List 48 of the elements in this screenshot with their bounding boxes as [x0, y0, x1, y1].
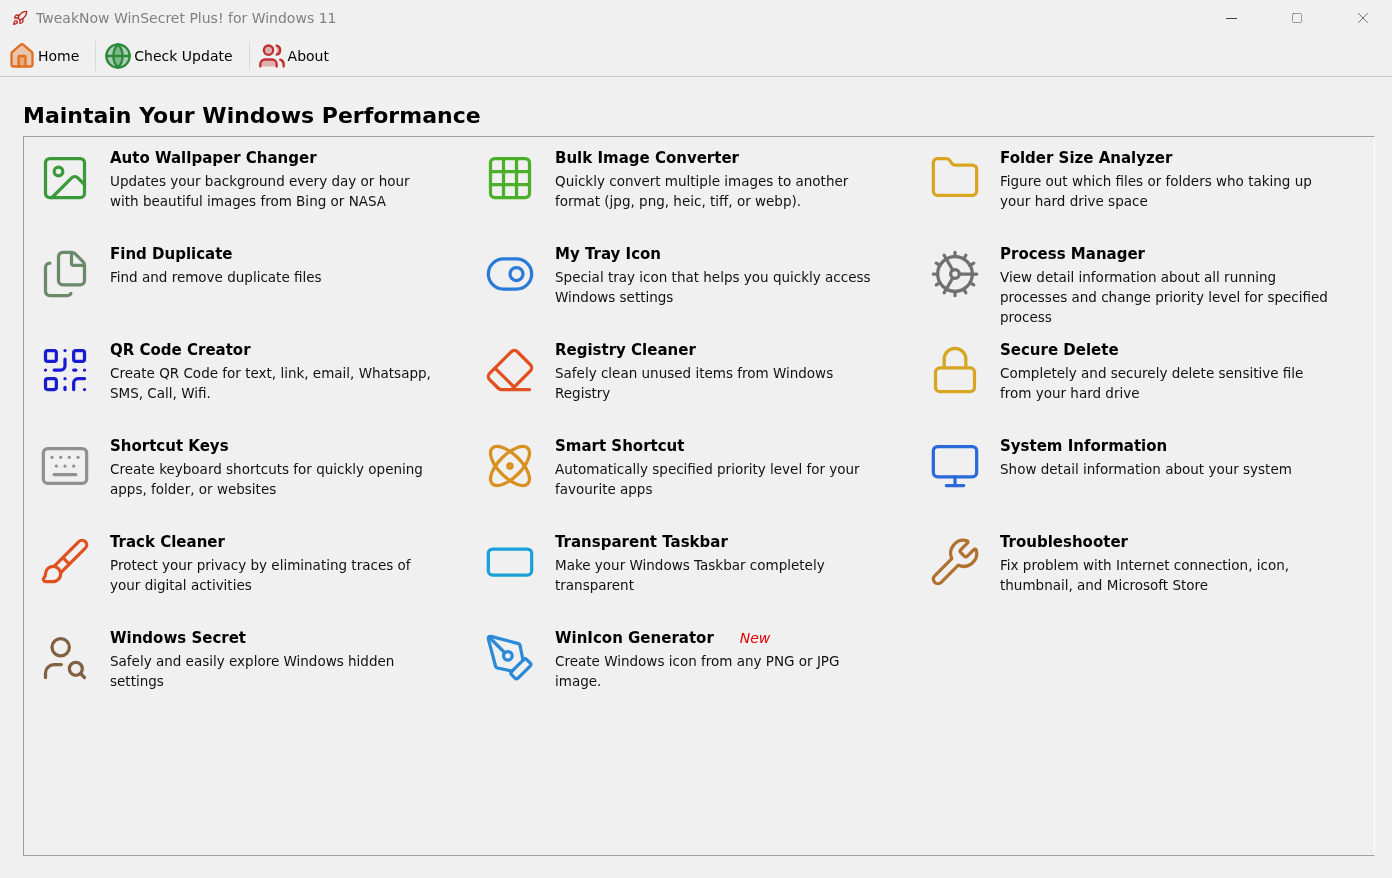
- tool-title[interactable]: Folder Size Analyzer: [1000, 149, 1173, 167]
- tool-title[interactable]: Windows Secret: [110, 629, 247, 647]
- tool-title[interactable]: QR Code Creator: [110, 341, 251, 359]
- tool-description: Figure out which files or folders who taking up your hard drive space: [1000, 172, 1313, 211]
- tool-description: Fix problem with Internet connection, icon, thumbnail, and Microsoft Store: [1000, 556, 1291, 595]
- window-title: TweakNow WinSecret Plus! for Windows 11: [36, 10, 338, 26]
- tool-description: Special tray icon that helps you quickly access Windows settings: [555, 268, 872, 307]
- tool-title[interactable]: Shortcut Keys: [110, 437, 229, 455]
- tool-title[interactable]: Secure Delete: [1000, 341, 1119, 359]
- tool-description: Safely and easily explore Windows hidden settings: [110, 652, 396, 691]
- tool-description: Make your Windows Taskbar completely transparent: [555, 556, 826, 595]
- toolbar-button[interactable]: Check Update: [102, 40, 243, 72]
- tool-title[interactable]: Bulk Image Converter: [555, 149, 739, 167]
- tool-title[interactable]: System Information: [1000, 437, 1168, 455]
- house-icon: [8, 42, 36, 70]
- maximize-icon: [1291, 12, 1303, 24]
- new-label: New: [739, 630, 771, 646]
- tool-title[interactable]: Transparent Taskbar: [555, 533, 728, 551]
- tool-description: Quickly convert multiple images to another format (jpg, png, heic, tiff, or webp).: [555, 172, 850, 211]
- tool-description: Updates your background every day or hour with beautiful images from Bing or NASA: [110, 172, 411, 211]
- tool-title[interactable]: Track Cleaner: [110, 533, 225, 551]
- tool-description: Create Windows icon from any PNG or JPG image.: [555, 652, 841, 691]
- tool-description: Protect your privacy by eliminating traces of your digital activities: [110, 556, 412, 595]
- tool-description: View detail information about all running processes and change priority level for specified process: [1000, 268, 1329, 327]
- tool-description: Show detail information about your system: [1000, 460, 1293, 479]
- toolbar-button[interactable]: About: [255, 40, 339, 72]
- tool-title[interactable]: My Tray Icon: [555, 245, 662, 263]
- tool-description: Create keyboard shortcuts for quickly opening apps, folder, or websites: [110, 460, 424, 499]
- rocket-icon: [12, 10, 28, 26]
- page-heading: Maintain Your Windows Performance: [23, 103, 482, 128]
- tool-title[interactable]: Auto Wallpaper Changer: [110, 149, 317, 167]
- tool-title[interactable]: Process Manager: [1000, 245, 1145, 263]
- tool-description: Find and remove duplicate files: [110, 268, 323, 287]
- minimize-icon: [1225, 17, 1237, 19]
- tool-description: Safely clean unused items from Windows Registry: [555, 364, 835, 403]
- pen-icon[interactable]: [484, 632, 536, 684]
- tool-description: Create QR Code for text, link, email, Whatsapp, SMS, Call, Wifi.: [110, 364, 432, 403]
- tool-title[interactable]: Smart Shortcut: [555, 437, 685, 455]
- tool-title[interactable]: Troubleshooter: [1000, 533, 1128, 551]
- gear-icon[interactable]: [929, 248, 981, 300]
- tool-title[interactable]: Find Duplicate: [110, 245, 233, 263]
- toolbar-button[interactable]: Home: [6, 40, 90, 72]
- tool-title[interactable]: WinIcon Generator: [555, 629, 714, 647]
- globe-icon: [104, 42, 133, 70]
- tool-description: Completely and securely delete sensitive file from your hard drive: [1000, 364, 1305, 403]
- tool-title[interactable]: Registry Cleaner: [555, 341, 696, 359]
- people-icon: [257, 42, 286, 70]
- tool-description: Automatically specified priority level for your favourite apps: [555, 460, 861, 499]
